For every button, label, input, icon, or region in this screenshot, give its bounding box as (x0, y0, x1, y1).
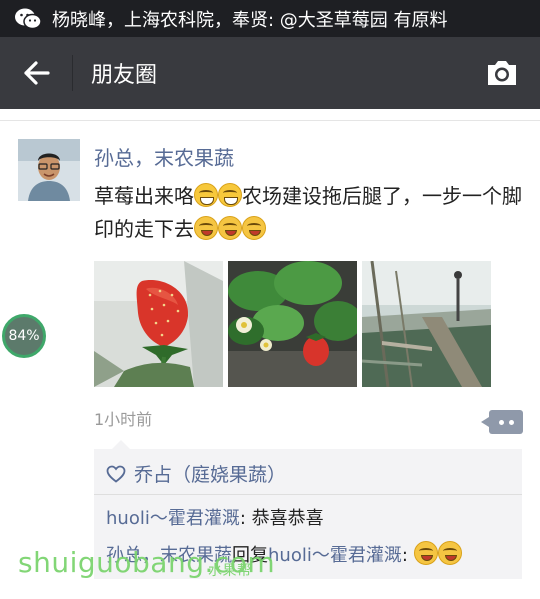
farm-construction-photo[interactable] (362, 261, 491, 387)
feed-divider (0, 120, 540, 121)
progress-badge[interactable]: 84% (2, 314, 46, 358)
nav-bar: 朋友圈 (0, 37, 540, 109)
reply-target[interactable]: huoli～霍君灌溉 (268, 545, 402, 566)
avatar[interactable] (18, 139, 80, 201)
notification-text: 杨晓峰，上海农科院，奉贤: @大圣草莓园 有原料 (52, 9, 448, 31)
more-dot (508, 419, 514, 425)
liker-names[interactable]: 乔占（庭娆果蔬） (134, 460, 286, 487)
likes-row: 乔占（庭娆果蔬） (106, 460, 286, 487)
comment-text: 恭喜恭喜 (251, 508, 324, 529)
hug-emoji-icon (194, 216, 218, 240)
post-author-name[interactable]: 孙总，末农果蔬 (94, 142, 234, 171)
comment-separator: : (401, 545, 414, 566)
hug-emoji-icon (437, 541, 462, 565)
more-dot (498, 419, 504, 425)
comment-separator: : (239, 508, 252, 529)
comment-item[interactable]: huoli～霍君灌溉: 恭喜恭喜 (106, 504, 324, 530)
post-text-part1: 草莓出来咯 (94, 184, 194, 208)
post-text: 草莓出来咯 农场建设拖后腿了，一步一个脚印的走下去 (94, 180, 524, 246)
hug-emoji-icon (218, 216, 242, 240)
status-bar: 杨晓峰，上海农科院，奉贤: @大圣草莓园 有原料 (0, 0, 540, 37)
more-dots-icon[interactable] (481, 410, 523, 434)
grin-emoji-icon (194, 183, 218, 207)
strawberry-closeup-photo[interactable] (94, 261, 223, 387)
nav-divider (72, 55, 73, 91)
comment-author[interactable]: huoli～霍君灌溉 (106, 508, 240, 529)
wechat-icon (15, 8, 42, 29)
strawberry-plant-photo[interactable] (228, 261, 357, 387)
comments-divider (94, 494, 522, 495)
post-photos (94, 261, 491, 387)
grin-emoji-icon (218, 183, 242, 207)
hug-emoji-icon (413, 541, 438, 565)
page-title: 朋友圈 (91, 63, 158, 88)
hug-emoji-icon (242, 216, 266, 240)
site-watermark: shuiguobang.com 水果帮 (18, 546, 275, 579)
camera-icon[interactable] (464, 37, 540, 109)
watermark-sub-text: 水果帮 (208, 563, 252, 579)
post-time: 1小时前 (94, 410, 153, 429)
back-arrow-icon[interactable] (0, 37, 72, 109)
heart-icon (106, 465, 126, 483)
